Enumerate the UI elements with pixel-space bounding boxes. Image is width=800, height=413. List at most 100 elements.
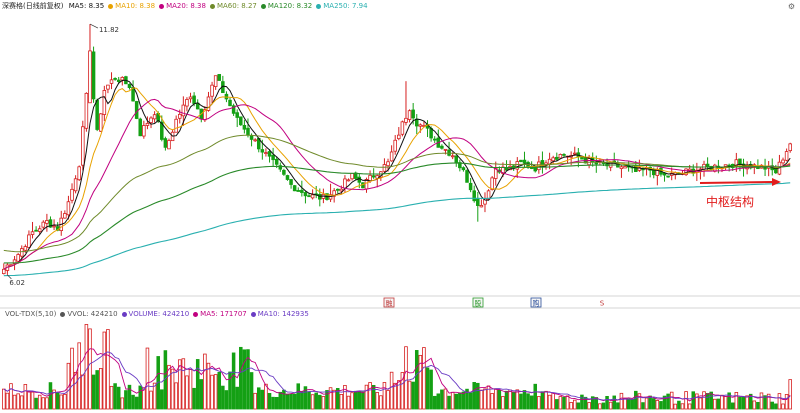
candle-body [788, 143, 792, 152]
ma-legend-label: MA5: 8.35 [68, 2, 105, 10]
candle-body [134, 101, 139, 119]
candle-body [95, 99, 99, 130]
candle-body [181, 104, 186, 117]
volume-bar [648, 395, 652, 410]
volume-bar [5, 392, 10, 410]
volume-bar [267, 392, 272, 410]
volume-bar [709, 391, 713, 410]
volume-legend-item: VVOL: 424210 [56, 310, 118, 318]
volume-bar [450, 391, 455, 410]
candle-body [52, 225, 56, 228]
volume-bar [630, 398, 634, 410]
volume-bar [12, 394, 17, 410]
ma-legend-item: MA20: 8.38 [155, 2, 206, 10]
volume-bar [619, 392, 624, 410]
volume-bar [641, 402, 645, 410]
volume-bar [314, 392, 318, 410]
volume-bar [30, 391, 35, 410]
ma20-line [3, 98, 791, 270]
candle-body [88, 50, 92, 104]
candle-body [404, 117, 408, 123]
candle-body [418, 124, 423, 127]
ma-legend-label: MA10: 8.38 [115, 2, 156, 10]
legend-dot-icon [108, 3, 114, 9]
candle-body [109, 79, 114, 84]
volume-bar [461, 391, 466, 410]
volume-bar [519, 393, 523, 410]
volume-bar [124, 390, 128, 410]
candle-body [177, 113, 182, 119]
volume-bar [544, 390, 548, 410]
volume-bar [95, 370, 99, 410]
gear-icon[interactable]: ⚙ [787, 2, 796, 11]
volume-bar [170, 368, 175, 410]
volume-bar [278, 391, 283, 410]
volume-bar [716, 398, 721, 410]
volume-bar [289, 393, 293, 410]
volume-bar [332, 389, 336, 410]
volume-bar [192, 387, 196, 410]
volume-bar [81, 374, 85, 410]
candle-body [30, 231, 35, 235]
candle-body [411, 109, 415, 119]
stock-title: 深赛格(日线前复权) [2, 2, 64, 10]
candle-body [34, 229, 38, 232]
volume-bar [389, 371, 394, 410]
legend-dot-icon [193, 311, 199, 317]
volume-bar [432, 395, 437, 410]
candle-body [246, 127, 250, 136]
stock-chart[interactable]: 11.82 6.02 中枢结构融 股 购 S [0, 0, 800, 413]
candle-body [339, 188, 344, 192]
candle-body [389, 151, 394, 162]
volume-bar [253, 392, 257, 410]
candle-body [145, 122, 150, 126]
volume-bar [195, 359, 200, 410]
volume-bar [741, 397, 746, 410]
volume-bar [353, 390, 358, 410]
candle-body [213, 75, 218, 87]
candle-body [116, 79, 121, 82]
volume-bar [131, 394, 135, 410]
candle-body [666, 175, 670, 178]
volume-bar [788, 379, 792, 410]
volume-bar [476, 382, 480, 410]
volume-bar [508, 389, 512, 410]
candle-body [192, 95, 196, 104]
volume-bar [598, 403, 602, 410]
volume-bar [623, 397, 627, 410]
candle-body [152, 114, 157, 120]
ma60-line [3, 134, 791, 253]
volume-bar [447, 395, 451, 410]
volume-bar [98, 368, 103, 410]
volume-bar [601, 402, 606, 410]
candle-body [303, 192, 308, 197]
volume-bar [9, 383, 13, 410]
volume-bar [673, 403, 678, 410]
volume-bar [655, 400, 660, 410]
volume-bar [213, 374, 218, 410]
volume-bar [210, 374, 214, 410]
candle-body [228, 99, 232, 107]
candle-body [350, 172, 354, 180]
candle-body [185, 99, 189, 107]
candle-body [623, 166, 627, 169]
volume-bar [669, 391, 674, 410]
candle-body [142, 125, 146, 137]
ma-legend-label: MA120: 8.32 [267, 2, 313, 10]
volume-bar [558, 396, 563, 410]
candle-body [253, 139, 257, 142]
volume-bar [160, 389, 164, 410]
volume-legend-item: MA10: 142935 [247, 310, 309, 318]
volume-bar [666, 393, 670, 410]
legend-dot-icon [316, 3, 322, 9]
volume-bar [271, 396, 275, 410]
volume-bar [386, 390, 390, 410]
volume-bar [357, 390, 362, 410]
candle-body [106, 84, 110, 90]
candle-body [490, 177, 494, 190]
volume-bar [705, 393, 710, 410]
volume-legend-item: MA5: 171707 [189, 310, 247, 318]
volume-bar [379, 395, 383, 410]
volume-bar [84, 324, 89, 410]
volume-bar [274, 396, 279, 410]
